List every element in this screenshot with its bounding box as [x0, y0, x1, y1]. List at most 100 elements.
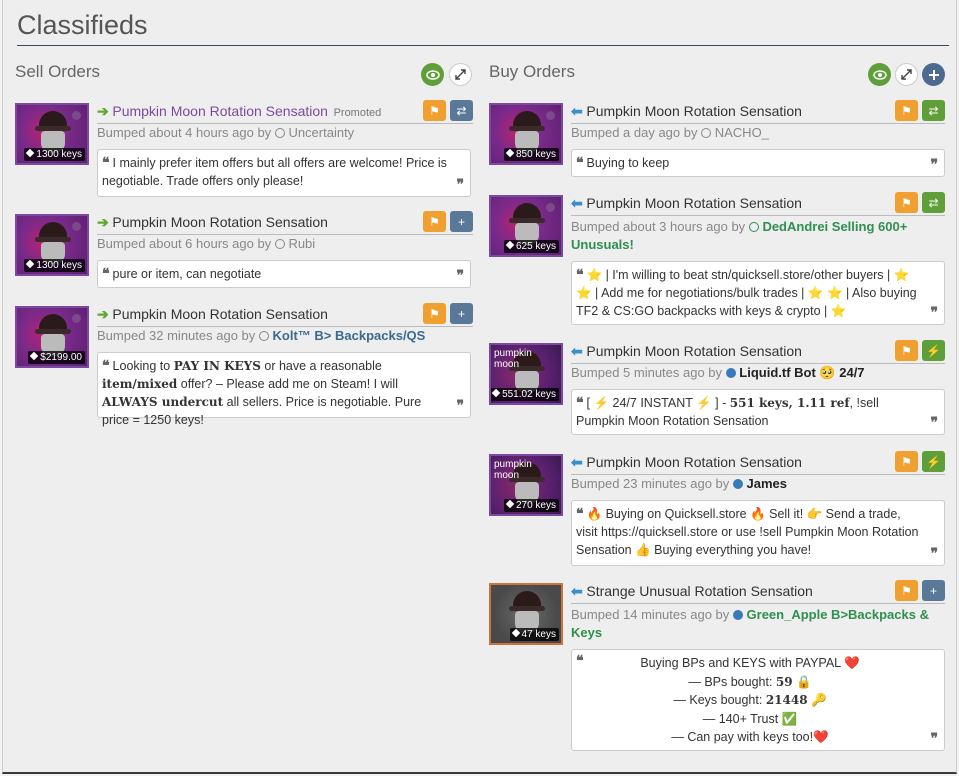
buy-listing: 47 keys ⬅ Strange Unusual Rotation Sensa… — [489, 580, 949, 753]
arrow-right-icon: ➔ — [97, 306, 109, 322]
report-flag-button[interactable]: ⚑ — [895, 451, 918, 472]
quote-close-icon: ❞ — [456, 398, 464, 414]
price-tag: 270 keys — [503, 499, 559, 512]
quote-close-icon: ❞ — [930, 730, 938, 747]
bumped-info: Bumped about 3 hours ago by DedAndrei Se… — [571, 219, 908, 252]
bumped-info: Bumped 14 minutes ago by Green_Apple B>B… — [571, 607, 929, 640]
report-flag-button[interactable]: ⚑ — [895, 580, 918, 601]
status-circle-icon — [258, 331, 269, 341]
item-name[interactable]: Pumpkin Moon Rotation Sensation — [586, 195, 802, 211]
arrow-left-icon: ⬅ — [571, 103, 583, 119]
tag-icon — [26, 148, 35, 158]
quote-close-icon: ❞ — [930, 546, 938, 562]
quote-close-icon: ❞ — [930, 157, 938, 173]
tag-icon — [505, 240, 515, 250]
bumped-info: Bumped 32 minutes ago by Kolt™ B> Backpa… — [97, 328, 426, 343]
trade-offer-button[interactable]: ⇄ — [922, 192, 945, 213]
price-tag: 1300 keys — [24, 259, 85, 272]
listing-comment: ❝ Buying to keep ❞ — [571, 149, 945, 177]
listing-header: ➔ Pumpkin Moon Rotation Sensation ⚑ + — [97, 303, 473, 327]
item-name[interactable]: Pumpkin Moon Rotation Sensation — [586, 103, 802, 119]
quote-close-icon: ❞ — [456, 177, 464, 193]
item-thumbnail[interactable]: 625 keys — [489, 195, 563, 257]
username[interactable]: James — [747, 476, 787, 491]
listing-comment: ❝ ⭐ | I'm willing to beat stn/quicksell.s… — [571, 261, 945, 325]
bumped-info: Bumped a day ago by NACHO_ — [571, 125, 769, 140]
report-flag-button[interactable]: ⚑ — [895, 100, 918, 121]
listing-comment: ❝ pure or item, can negotiate ❞ — [97, 260, 471, 288]
item-thumbnail[interactable]: 1300 keys — [15, 103, 89, 165]
item-thumbnail[interactable]: 47 keys — [489, 583, 563, 645]
listing-header: ➔ Pumpkin Moon Rotation Sensation ⚑ + — [97, 211, 473, 235]
sell-orders-title: Sell Orders — [15, 62, 101, 81]
report-flag-button[interactable]: ⚑ — [423, 100, 446, 121]
item-name[interactable]: Strange Unusual Rotation Sensation — [586, 583, 812, 599]
listing-comment: ❝ I mainly prefer item offers but all off… — [97, 149, 471, 197]
item-thumbnail[interactable]: $2199.00 — [15, 306, 89, 368]
quote-open-icon: ❝ — [576, 155, 584, 171]
listing-header: ⬅ Pumpkin Moon Rotation Sensation ⚑ ⚡ — [571, 340, 945, 364]
item-name[interactable]: Pumpkin Moon Rotation Sensation — [112, 214, 328, 230]
add-friend-button[interactable]: + — [922, 580, 945, 601]
expand-icon[interactable] — [895, 63, 918, 86]
sell-listing: $2199.00 ➔ Pumpkin Moon Rotation Sensati… — [15, 303, 475, 427]
trade-offer-button[interactable]: ⇄ — [450, 100, 473, 121]
sell-listing: 1300 keys ➔ Pumpkin Moon Rotation Sensat… — [15, 100, 475, 199]
bumped-info: Bumped 23 minutes ago by James — [571, 476, 788, 491]
listing-header: ⬅ Strange Unusual Rotation Sensation ⚑ + — [571, 580, 945, 604]
eye-icon[interactable] — [421, 63, 444, 86]
username[interactable]: Rubi — [288, 236, 315, 251]
listing-header: ⬅ Pumpkin Moon Rotation Sensation ⚑ ⇄ — [571, 100, 945, 124]
bumped-info: Bumped about 6 hours ago by Rubi — [97, 236, 316, 251]
item-name[interactable]: Pumpkin Moon Rotation Sensation — [586, 454, 802, 470]
report-flag-button[interactable]: ⚑ — [423, 303, 446, 324]
tag-icon — [505, 499, 515, 509]
report-flag-button[interactable]: ⚑ — [423, 211, 446, 232]
tag-icon — [30, 351, 39, 361]
username[interactable]: Uncertainty — [288, 125, 354, 140]
price-tag: $2199.00 — [28, 351, 85, 364]
listing-header: ⬅ Pumpkin Moon Rotation Sensation ⚑ ⚡ — [571, 451, 945, 475]
quote-open-icon: ❝ — [576, 395, 584, 411]
instant-trade-bolt-button[interactable]: ⚡ — [922, 451, 945, 472]
item-thumbnail[interactable]: 850 keys — [489, 103, 563, 165]
arrow-left-icon: ⬅ — [571, 195, 583, 211]
classifieds-panel: Classifieds Sell Orders 1300 keys ➔ Pump… — [2, 0, 957, 774]
arrow-left-icon: ⬅ — [571, 343, 583, 359]
item-name[interactable]: Pumpkin Moon Rotation Sensation — [586, 343, 802, 359]
username[interactable]: NACHO_ — [715, 125, 769, 140]
sell-listing: 1300 keys ➔ Pumpkin Moon Rotation Sensat… — [15, 211, 475, 290]
add-friend-button[interactable]: + — [450, 211, 473, 232]
item-thumbnail[interactable]: pumpkin moon 270 keys — [489, 454, 563, 516]
item-thumbnail[interactable]: pumpkin moon 551.02 keys — [489, 343, 563, 405]
buy-orders-title: Buy Orders — [489, 62, 575, 81]
listing-comment: ❝ Buying BPs and KEYS with PAYPAL ❤️ — B… — [571, 649, 945, 751]
item-thumbnail[interactable]: 1300 keys — [15, 214, 89, 276]
listing-comment: ❝ 🔥 Buying on Quicksell.store 🔥 Sell it! … — [571, 500, 945, 566]
thumbnail-overlay-text: pumpkin moon — [494, 459, 532, 481]
buy-listing: 850 keys ⬅ Pumpkin Moon Rotation Sensati… — [489, 100, 949, 179]
report-flag-button[interactable]: ⚑ — [895, 340, 918, 361]
buy-listing: pumpkin moon 551.02 keys ⬅ Pumpkin Moon … — [489, 340, 949, 439]
status-circle-icon — [732, 610, 743, 620]
arrow-left-icon: ⬅ — [571, 583, 583, 599]
instant-trade-bolt-button[interactable]: ⚡ — [922, 340, 945, 361]
tag-icon — [511, 628, 520, 638]
page-title: Classifieds — [17, 10, 148, 40]
plus-icon[interactable] — [922, 63, 945, 86]
quote-open-icon: ❝ — [102, 266, 110, 282]
item-name[interactable]: Pumpkin Moon Rotation Sensation — [112, 306, 328, 322]
report-flag-button[interactable]: ⚑ — [895, 192, 918, 213]
quote-open-icon: ❝ — [576, 653, 584, 669]
add-friend-button[interactable]: + — [450, 303, 473, 324]
username[interactable]: Liquid.tf Bot 🥺 24/7 — [739, 365, 864, 380]
buy-listing: 625 keys ⬅ Pumpkin Moon Rotation Sensati… — [489, 192, 949, 327]
listing-header: ➔ Pumpkin Moon Rotation Sensation Promot… — [97, 100, 473, 124]
expand-icon[interactable] — [449, 63, 472, 86]
listing-header: ⬅ Pumpkin Moon Rotation Sensation ⚑ ⇄ — [571, 192, 945, 216]
eye-icon[interactable] — [868, 63, 891, 86]
item-name[interactable]: Pumpkin Moon Rotation Sensation — [112, 103, 328, 119]
trade-offer-button[interactable]: ⇄ — [922, 100, 945, 121]
tag-icon — [505, 148, 515, 158]
username[interactable]: Kolt™ B> Backpacks/QS — [273, 328, 426, 343]
